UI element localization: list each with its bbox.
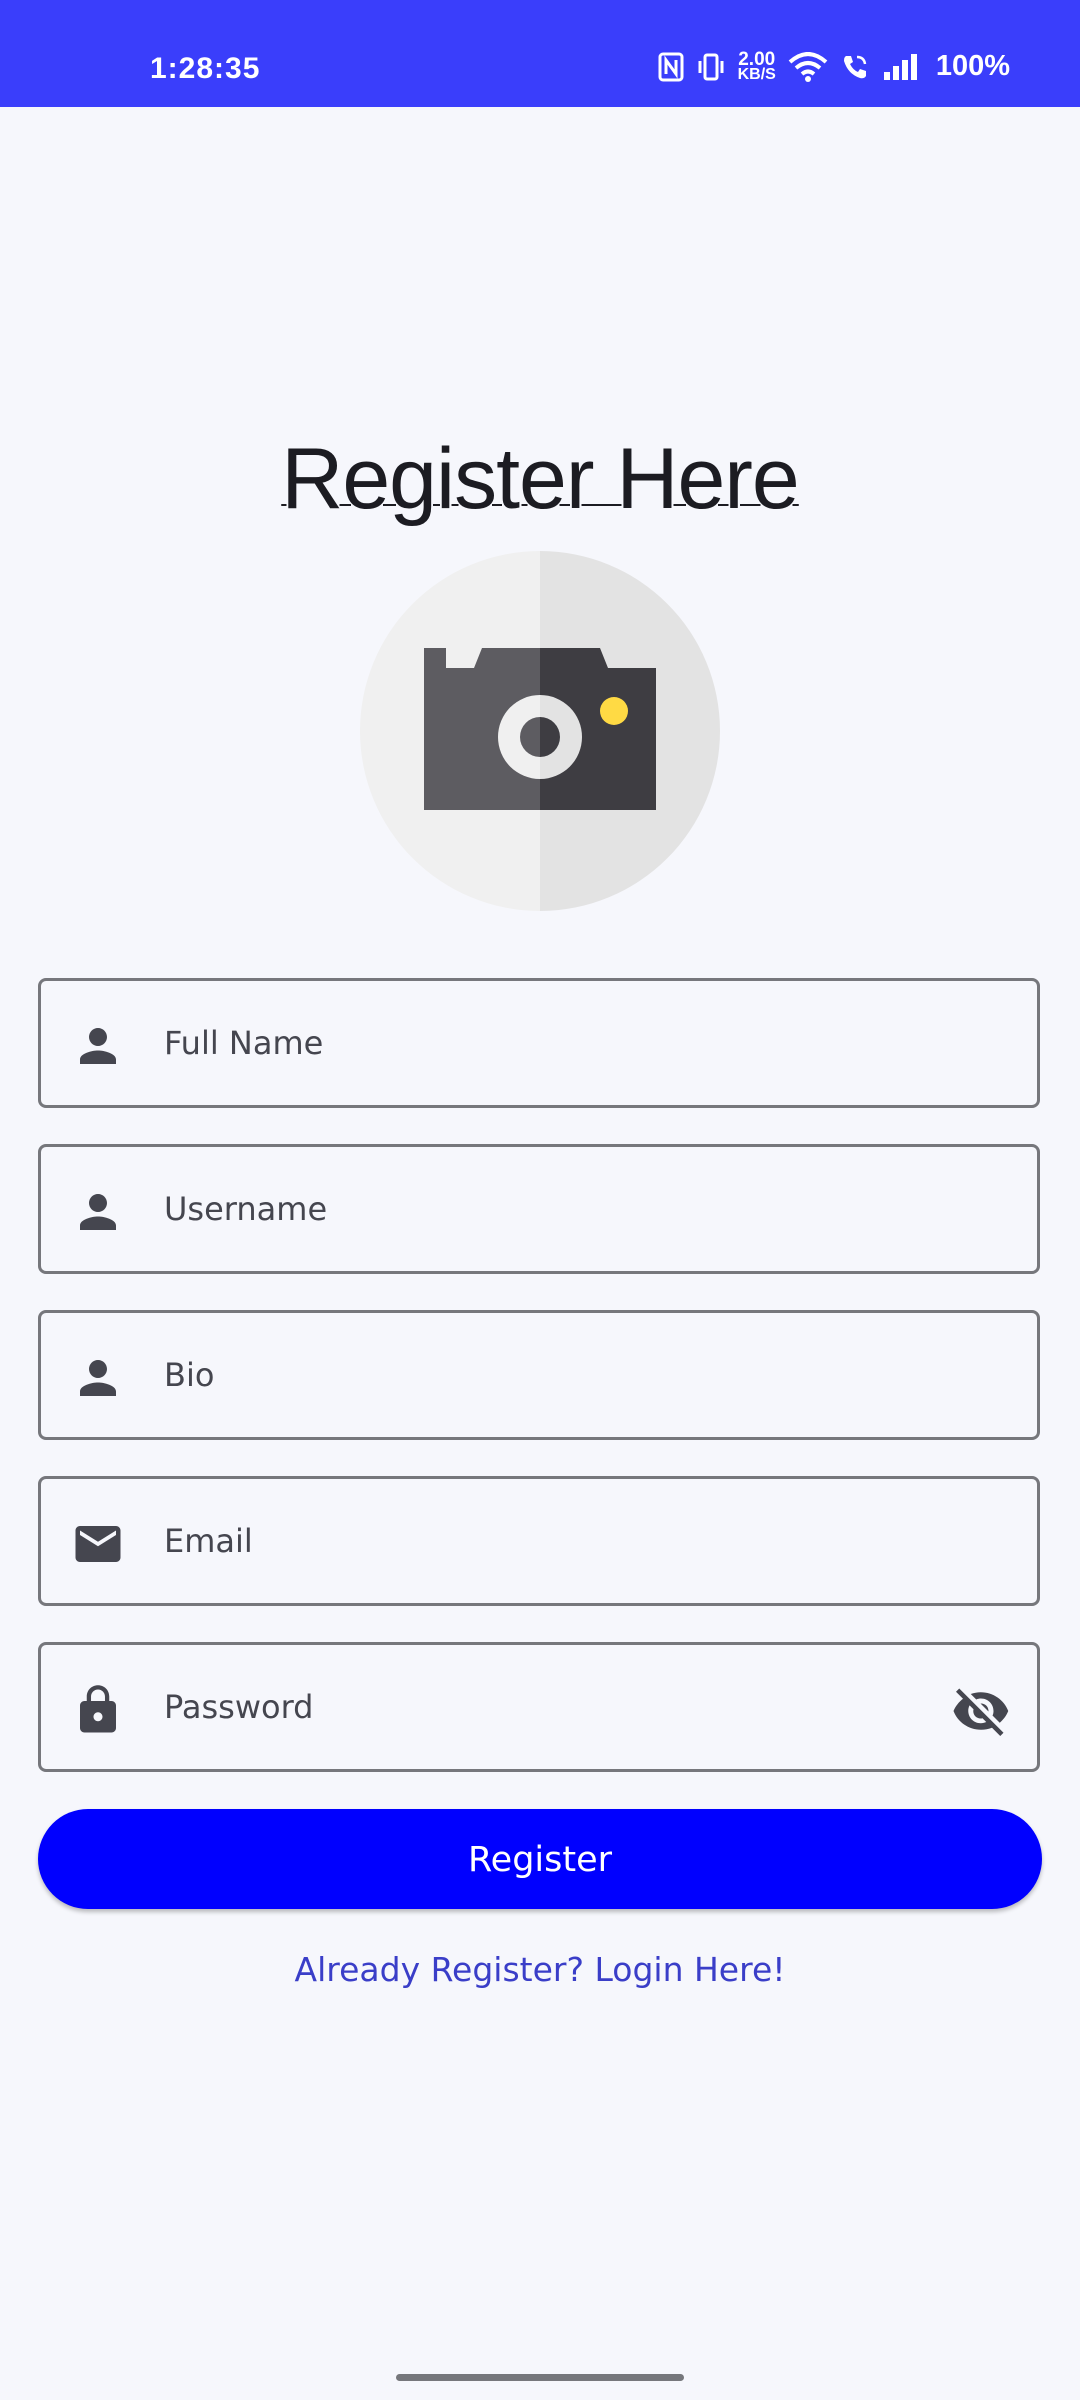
net-speed-unit: KB/S [737, 65, 776, 83]
profile-photo-picker[interactable] [360, 551, 720, 911]
wifi-call-icon [843, 55, 867, 78]
bio-field[interactable] [38, 1310, 1040, 1440]
bio-input[interactable] [164, 1313, 924, 1437]
person-icon [80, 1194, 116, 1230]
signal-icon [883, 53, 917, 80]
battery-level: 100% [935, 50, 1010, 82]
register-button[interactable]: Register [38, 1809, 1042, 1909]
status-bar: 1:28:35 2.00 KB/S 100% [0, 0, 1080, 107]
page-title: Register Here [0, 430, 1080, 529]
email-field[interactable] [38, 1476, 1040, 1606]
nfc-icon [658, 52, 684, 81]
lock-icon [80, 1685, 116, 1733]
vibrate-icon [698, 53, 724, 80]
full-name-input[interactable] [164, 981, 924, 1105]
mail-icon [75, 1526, 121, 1562]
camera-icon [360, 551, 720, 911]
status-icons: 2.00 KB/S 100% [658, 50, 1010, 83]
eye-off-icon[interactable] [951, 1681, 1011, 1741]
login-link[interactable]: Already Register? Login Here! [0, 1950, 1080, 1989]
status-time: 1:28:35 [150, 52, 261, 85]
wifi-icon [788, 51, 828, 82]
net-speed: 2.00 KB/S [737, 48, 776, 83]
person-icon [80, 1028, 116, 1064]
email-input[interactable] [164, 1479, 924, 1603]
person-icon [80, 1360, 116, 1396]
username-input[interactable] [164, 1147, 924, 1271]
username-field[interactable] [38, 1144, 1040, 1274]
password-input[interactable] [164, 1645, 864, 1769]
home-indicator[interactable] [396, 2374, 684, 2381]
page-title-text: Register Here [281, 431, 800, 527]
net-speed-value: 2.00 [738, 48, 776, 70]
full-name-field[interactable] [38, 978, 1040, 1108]
password-field[interactable] [38, 1642, 1040, 1772]
